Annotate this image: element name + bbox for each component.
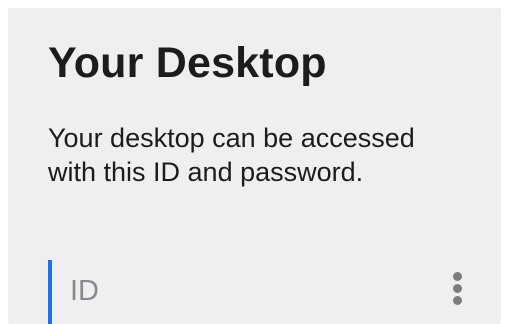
- your-desktop-panel: Your Desktop Your desktop can be accesse…: [8, 8, 501, 324]
- panel-title: Your Desktop: [48, 39, 327, 87]
- menu-dot: [453, 272, 462, 281]
- panel-description: Your desktop can be accessed with this I…: [48, 123, 415, 187]
- id-field-row[interactable]: ID: [48, 260, 501, 324]
- menu-dot: [453, 296, 462, 305]
- menu-dot: [453, 284, 462, 293]
- id-label: ID: [70, 275, 99, 307]
- focus-indicator: [48, 260, 52, 324]
- more-vertical-icon[interactable]: [446, 268, 470, 310]
